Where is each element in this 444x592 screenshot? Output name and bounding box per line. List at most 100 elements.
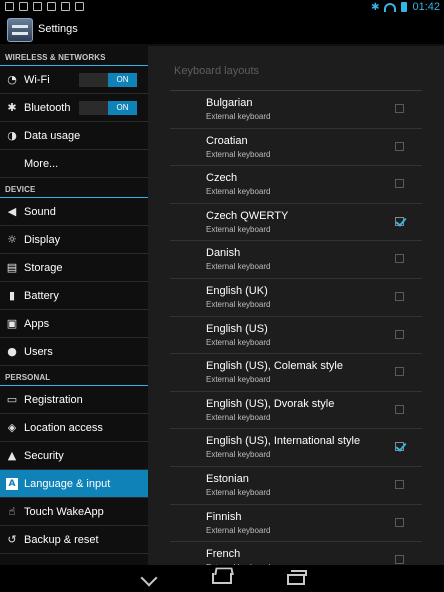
battery-icon [401, 2, 408, 12]
settings-sidebar: WIRELESS & NETWORKS ◔ Wi-Fi ON ✱ Bluetoo… [0, 46, 148, 565]
keyboard-layout-row[interactable]: English (US), International style Externa… [170, 429, 422, 467]
sidebar-item-backup-reset[interactable]: ↺ Backup & reset [0, 526, 148, 554]
sidebar-item-registration[interactable]: ▭ Registration [0, 386, 148, 414]
keyboard-layout-checkbox[interactable] [395, 367, 404, 377]
keyboard-layout-checkbox[interactable] [395, 404, 404, 414]
keyboard-layout-name: Finnish [206, 510, 242, 523]
action-bar: Settings [0, 14, 444, 46]
settings-app-icon[interactable] [7, 18, 33, 42]
lock-icon: ▲ [7, 449, 17, 462]
location-icon: ◈ [7, 421, 17, 434]
sidebar-item-label: Language & input [24, 477, 111, 490]
sidebar-item-data-usage[interactable]: ◑ Data usage [0, 122, 148, 150]
keyboard-layout-row[interactable]: English (US) External keyboard [170, 317, 422, 355]
sidebar-item-battery[interactable]: ▮ Battery [0, 282, 148, 310]
sidebar-item-label: Storage [24, 261, 63, 274]
download-icon [33, 2, 42, 11]
keyboard-layout-list: Bulgarian External keyboard Croatian Extern… [170, 91, 422, 565]
keyboard-layout-name: Czech [206, 172, 238, 185]
sidebar-item-more[interactable]: More... [0, 150, 148, 178]
sidebar-item-language-input[interactable]: A Language & input [0, 470, 148, 498]
battery-icon: ▮ [8, 289, 16, 302]
keyboard-layout-name: English (US), International style [206, 435, 361, 448]
keyboard-layout-name: Croatian [206, 134, 248, 147]
sidebar-item-label: Users [24, 345, 53, 358]
keyboard-layout-checkbox[interactable] [395, 179, 404, 189]
sidebar-item-display[interactable]: ☼ Display [0, 226, 148, 254]
keyboard-layout-subtitle: External keyboard [206, 149, 271, 159]
keyboard-layout-checkbox[interactable] [395, 442, 404, 452]
keyboard-layout-subtitle: External keyboard [206, 450, 271, 460]
recent-apps-icon[interactable] [287, 570, 307, 585]
keyboard-layout-subtitle: External keyboard [206, 187, 271, 197]
toggle-on-label: ON [108, 101, 137, 115]
keyboard-layout-subtitle: External keyboard [206, 525, 271, 535]
clock: 01:42 [412, 1, 440, 13]
section-header-wireless: WIRELESS & NETWORKS [0, 46, 148, 66]
keyboard-layout-name: English (US), Colemak style [206, 360, 343, 373]
home-icon[interactable] [212, 573, 232, 584]
user-icon: ● [7, 345, 17, 358]
sidebar-item-label: Wi-Fi [24, 73, 50, 86]
keyboard-a-icon: A [6, 478, 18, 490]
app-title: Settings [38, 23, 78, 35]
sidebar-item-label: Touch WakeApp [24, 505, 104, 518]
touch-icon: ☝ [8, 505, 16, 518]
sidebar-item-bluetooth[interactable]: ✱ Bluetooth ON [0, 94, 148, 122]
sidebar-item-label: Sound [24, 205, 56, 218]
keyboard-layout-subtitle: External keyboard [206, 299, 271, 309]
keyboard-layouts-panel: Keyboard layouts Bulgarian External keybo… [148, 46, 444, 565]
sidebar-item-users[interactable]: ● Users [0, 338, 148, 366]
keyboard-layout-checkbox[interactable] [395, 291, 404, 301]
sidebar-item-label: Security [24, 449, 64, 462]
backup-icon: ↺ [7, 533, 17, 546]
keyboard-layout-subtitle: External keyboard [206, 337, 271, 347]
panel-title: Keyboard layouts [174, 65, 259, 77]
sidebar-item-storage[interactable]: ▤ Storage [0, 254, 148, 282]
keyboard-layout-checkbox[interactable] [395, 479, 404, 489]
sidebar-item-touch-wakeapp[interactable]: ☝ Touch WakeApp [0, 498, 148, 526]
keyboard-layout-row[interactable]: Danish External keyboard [170, 241, 422, 279]
keyboard-layout-row[interactable]: English (US), Colemak style External keyb… [170, 354, 422, 392]
navigation-bar [0, 565, 444, 592]
keyboard-layout-row[interactable]: Croatian External keyboard [170, 129, 422, 167]
sidebar-item-apps[interactable]: ▣ Apps [0, 310, 148, 338]
usb-icon [61, 2, 70, 11]
keyboard-layout-checkbox[interactable] [395, 141, 404, 151]
volume-icon: ◀ [7, 205, 17, 218]
sidebar-item-wifi[interactable]: ◔ Wi-Fi ON [0, 66, 148, 94]
storage-icon: ▤ [6, 261, 18, 274]
keyboard-layout-name: Danish [206, 247, 241, 260]
keyboard-layout-row[interactable]: Estonian External keyboard [170, 467, 422, 505]
wifi-notification-icon [75, 2, 84, 11]
keyboard-layout-subtitle: External keyboard [206, 262, 271, 272]
sidebar-item-sound[interactable]: ◀ Sound [0, 198, 148, 226]
registration-icon: ▭ [6, 393, 18, 406]
sidebar-item-security[interactable]: ▲ Security [0, 442, 148, 470]
keyboard-layout-row[interactable]: FrenchExternal keyboard [170, 542, 422, 565]
bluetooth-toggle[interactable]: ON [79, 101, 137, 115]
keyboard-layout-row[interactable]: Czech QWERTY External keyboard [170, 204, 422, 242]
keyboard-layout-checkbox[interactable] [395, 254, 404, 264]
keyboard-layout-row[interactable]: English (UK) External keyboard [170, 279, 422, 317]
keyboard-layout-checkbox[interactable] [395, 104, 404, 113]
keyboard-layout-name: Czech QWERTY [206, 209, 289, 222]
keyboard-layout-row[interactable]: English (US), Dvorak style External keybo… [170, 392, 422, 430]
keyboard-layout-checkbox[interactable] [395, 329, 404, 339]
keyboard-layout-subtitle: External keyboard [206, 224, 271, 234]
sidebar-item-location[interactable]: ◈ Location access [0, 414, 148, 442]
keyboard-layout-subtitle: External keyboard [206, 112, 271, 121]
keyboard-layout-subtitle: External keyboard [206, 412, 271, 422]
sidebar-item-label: Location access [24, 421, 103, 434]
keyboard-layout-row[interactable]: Czech External keyboard [170, 166, 422, 204]
back-icon[interactable] [140, 572, 158, 584]
keyboard-layout-checkbox[interactable] [395, 517, 404, 527]
keyboard-layout-checkbox[interactable] [395, 555, 404, 565]
section-header-device: DEVICE [0, 178, 148, 198]
keyboard-layout-row[interactable]: Bulgarian External keyboard [170, 91, 422, 129]
keyboard-layout-row[interactable]: Finnish External keyboard [170, 505, 422, 543]
wifi-signal-icon [384, 2, 397, 12]
keyboard-layout-checkbox[interactable] [395, 216, 404, 226]
photo-icon [47, 2, 56, 11]
wifi-toggle[interactable]: ON [79, 73, 137, 87]
